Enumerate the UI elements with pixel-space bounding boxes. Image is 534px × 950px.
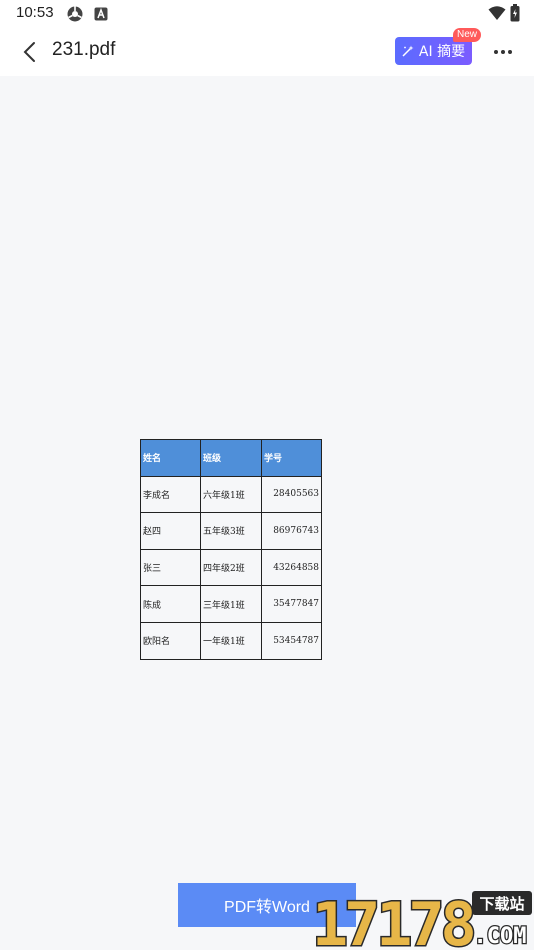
table-cell: 五年级3班 (200, 512, 262, 550)
settings-icon (66, 5, 84, 23)
more-button[interactable] (488, 38, 518, 66)
table-row: 陈成 三年级1班 35477847 (140, 585, 322, 623)
back-button[interactable] (14, 38, 44, 66)
wifi-icon (488, 5, 506, 25)
table-header-cell: 学号 (261, 439, 322, 477)
dot-icon (508, 50, 512, 54)
table-header-cell: 班级 (200, 439, 262, 477)
app-bar: 231.pdf AI 摘要 New (0, 28, 534, 76)
new-badge: New (453, 28, 482, 42)
table-row: 张三 四年级2班 43264858 (140, 548, 322, 587)
pdf-table: 姓名 班级 学号 李成名 六年级1班 28405563 赵四 五年级3班 869… (140, 439, 322, 660)
table-cell: 陈成 (140, 585, 201, 623)
table-cell: 三年级1班 (200, 585, 262, 623)
a-icon (92, 5, 110, 23)
table-cell: 赵四 (140, 512, 201, 550)
table-cell: 86976743 (261, 512, 322, 550)
battery-icon (510, 4, 520, 26)
table-cell: 一年级1班 (200, 621, 262, 660)
table-row: 欧阳名 一年级1班 53454787 (140, 621, 322, 660)
table-cell: 六年级1班 (200, 475, 262, 514)
table-cell: 李成名 (140, 475, 201, 514)
status-bar: 10:53 (0, 0, 534, 28)
table-cell: 35477847 (261, 585, 322, 623)
table-cell: 四年级2班 (200, 548, 262, 587)
table-cell: 欧阳名 (140, 621, 201, 660)
table-header-row: 姓名 班级 学号 (140, 439, 322, 477)
chevron-left-icon (23, 42, 35, 62)
status-time: 10:53 (16, 4, 54, 21)
magic-wand-icon (402, 45, 414, 57)
table-cell: 43264858 (261, 548, 322, 587)
table-cell: 张三 (140, 548, 201, 587)
status-right (488, 4, 520, 26)
table-cell: 28405563 (261, 475, 322, 514)
svg-text:下载站: 下载站 (479, 895, 524, 913)
table-row: 李成名 六年级1班 28405563 (140, 475, 322, 514)
dot-icon (501, 50, 505, 54)
svg-text:.COM: .COM (474, 924, 527, 949)
file-title: 231.pdf (52, 39, 116, 60)
dot-icon (494, 50, 498, 54)
svg-text:17178: 17178 (312, 890, 473, 950)
table-row: 赵四 五年级3班 86976743 (140, 512, 322, 550)
table-header-cell: 姓名 (140, 439, 201, 477)
ai-summary-label: AI 摘要 (418, 44, 466, 60)
table-cell: 53454787 (261, 621, 322, 660)
watermark-logo: 17178 下载站 .COM (311, 889, 532, 950)
